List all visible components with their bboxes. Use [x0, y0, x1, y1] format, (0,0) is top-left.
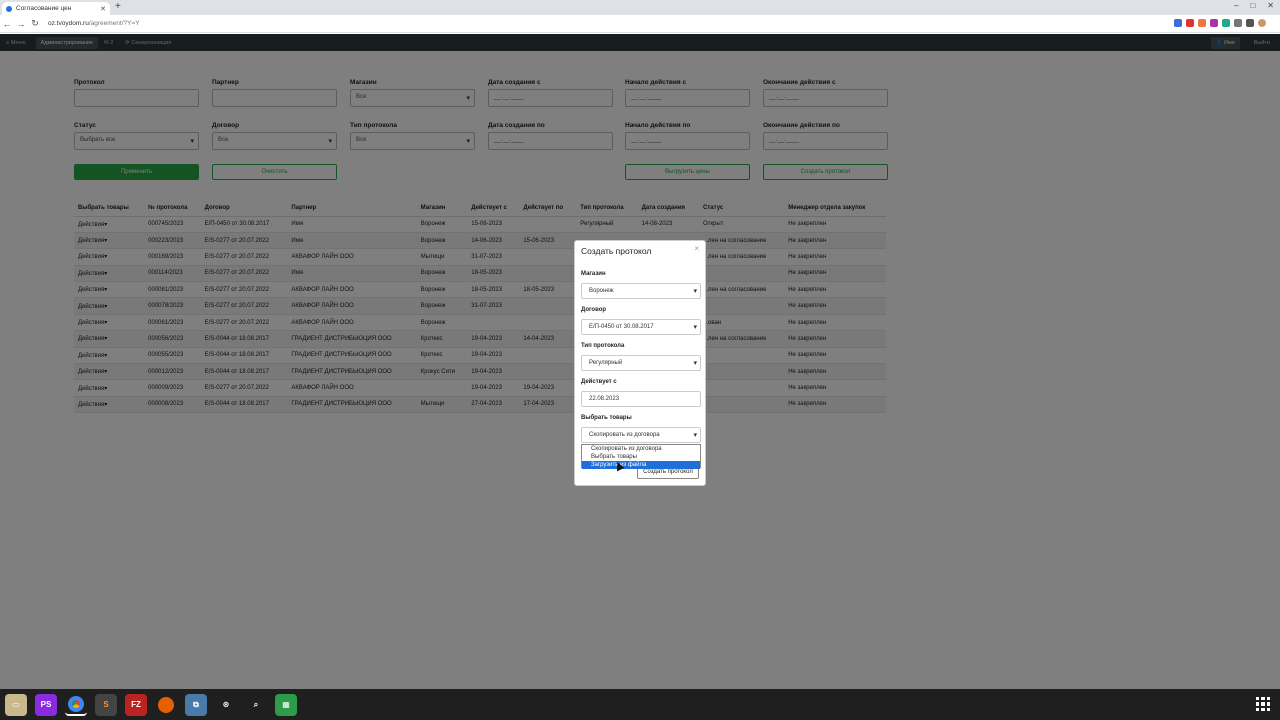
minimize-icon[interactable]: –: [1234, 1, 1238, 10]
extension-icon[interactable]: [1234, 19, 1242, 27]
modal-active-from-label: Действует с: [581, 379, 617, 385]
chrome-app-icon[interactable]: [65, 693, 87, 716]
browser-tab[interactable]: Согласование цен ✕: [2, 2, 110, 15]
window-controls: – □ ✕: [1234, 1, 1274, 10]
url-field[interactable]: oz.tvoydom.ru/agreement/?Y=Y: [48, 20, 140, 27]
goods-dropdown-list: Скопировать из договора Выбрать товары З…: [581, 444, 701, 469]
extension-icon[interactable]: [1198, 19, 1206, 27]
modal-type-label: Тип протокола: [581, 343, 625, 349]
extension-icon[interactable]: [1222, 19, 1230, 27]
os-taskbar: ▭ PS S FZ ⧉ ⊛ ⌕ ▦: [0, 689, 1280, 720]
url-path: /agreement/?Y=Y: [88, 20, 140, 27]
extension-icon[interactable]: [1210, 19, 1218, 27]
tab-title: Согласование цен: [16, 5, 72, 12]
phpstorm-app-icon[interactable]: PS: [35, 693, 57, 716]
modal-goods-label: Выбрать товары: [581, 415, 632, 421]
modal-contract-select[interactable]: Е/П-0450 от 30.08.2017: [581, 319, 701, 335]
dropdown-option-selected[interactable]: Загрузить из файла: [582, 461, 700, 469]
extension-icon[interactable]: [1246, 19, 1254, 27]
search-app-icon[interactable]: ⌕: [245, 693, 267, 716]
sublime-app-icon[interactable]: S: [95, 693, 117, 716]
spreadsheet-app-icon[interactable]: ▦: [275, 693, 297, 716]
modal-title: Создать протокол: [581, 246, 652, 256]
vpn-app-icon[interactable]: ⊛: [215, 693, 237, 716]
reload-icon[interactable]: ↻: [28, 18, 42, 29]
modal-shop-select[interactable]: Воронеж: [581, 283, 701, 299]
back-icon[interactable]: ←: [0, 19, 14, 29]
forward-icon[interactable]: →: [14, 19, 28, 29]
modal-goods-select[interactable]: Скопировать из договора: [581, 427, 701, 443]
firefox-app-icon[interactable]: [155, 693, 177, 716]
modal-close-icon[interactable]: ×: [694, 244, 699, 253]
maximize-icon[interactable]: □: [1250, 1, 1255, 10]
filezilla-app-icon[interactable]: FZ: [125, 693, 147, 716]
modal-shop-label: Магазин: [581, 271, 606, 277]
dropdown-option[interactable]: Выбрать товары: [582, 453, 700, 461]
extension-icon[interactable]: [1186, 19, 1194, 27]
create-protocol-modal: Создать протокол × Магазин Воронеж Догов…: [574, 240, 706, 486]
dropdown-option[interactable]: Скопировать из договора: [582, 445, 700, 453]
close-window-icon[interactable]: ✕: [1267, 1, 1274, 10]
modal-contract-label: Договор: [581, 307, 607, 313]
profile-avatar[interactable]: [1258, 19, 1266, 27]
network-app-icon[interactable]: ⧉: [185, 693, 207, 716]
new-tab-icon[interactable]: +: [115, 1, 121, 12]
extensions-area: [1174, 19, 1266, 27]
extension-icon[interactable]: [1174, 19, 1182, 27]
modal-type-select[interactable]: Регулярный: [581, 355, 701, 371]
address-bar: ← → ↻ oz.tvoydom.ru/agreement/?Y=Y: [0, 15, 1280, 33]
app-grid-icon[interactable]: [1256, 697, 1270, 711]
tab-close-icon[interactable]: ✕: [100, 5, 106, 13]
modal-active-from-input[interactable]: 22.08.2023: [581, 391, 701, 407]
files-app-icon[interactable]: ▭: [5, 693, 27, 716]
url-host: oz.tvoydom.ru: [48, 20, 89, 27]
browser-tabbar: Согласование цен ✕ + – □ ✕: [0, 0, 1280, 15]
tab-favicon-icon: [6, 5, 12, 12]
